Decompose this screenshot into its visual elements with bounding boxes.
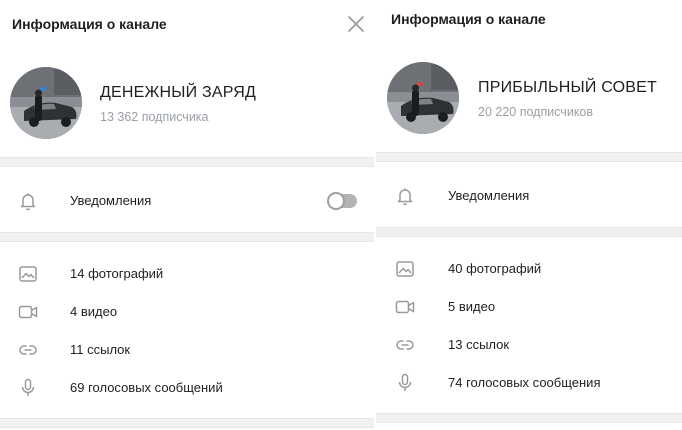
panel-title: Информация о канале	[12, 16, 167, 32]
links-count: 13 ссылок	[448, 337, 510, 352]
voice-count: 74 голосовых сообщения	[448, 375, 601, 390]
bell-icon	[393, 184, 417, 208]
videos-count: 4 видео	[70, 304, 118, 319]
section-divider	[0, 418, 374, 428]
notifications-toggle[interactable]	[327, 192, 357, 210]
video-camera-icon	[16, 300, 40, 324]
section-divider	[376, 413, 682, 423]
microphone-icon	[16, 376, 40, 400]
toggle-knob	[327, 192, 345, 210]
panel-title: Информация о канале	[391, 11, 546, 27]
video-camera-icon	[393, 295, 417, 319]
link-icon	[393, 333, 417, 357]
bell-icon	[16, 189, 40, 213]
media-voice-row[interactable]: 74 голосовых сообщения	[376, 366, 682, 400]
image-icon	[16, 262, 40, 286]
section-divider	[0, 232, 374, 242]
subscriber-count: 20 220 подписчиков	[478, 105, 594, 119]
media-photos-row[interactable]: 40 фотографий	[376, 252, 682, 286]
subscriber-count: 13 362 подписчика	[100, 110, 209, 124]
microphone-icon	[393, 371, 417, 395]
media-videos-row[interactable]: 4 видео	[0, 295, 374, 329]
media-videos-row[interactable]: 5 видео	[376, 290, 682, 324]
channel-name: ПРИБЫЛЬНЫЙ СОВЕТ	[478, 79, 657, 96]
notifications-label: Уведомления	[70, 193, 152, 208]
media-links-row[interactable]: 11 ссылок	[0, 333, 374, 367]
channel-info-panel-left: Информация о канале ДЕНЕЖНЫЙ ЗАРЯД 13 36…	[0, 0, 374, 430]
links-count: 11 ссылок	[70, 342, 131, 357]
channel-name: ДЕНЕЖНЫЙ ЗАРЯД	[100, 84, 257, 101]
media-voice-row[interactable]: 69 голосовых сообщений	[0, 371, 374, 405]
section-divider	[376, 152, 682, 162]
media-photos-row[interactable]: 14 фотографий	[0, 257, 374, 291]
channel-avatar[interactable]	[387, 62, 459, 134]
media-links-row[interactable]: 13 ссылок	[376, 328, 682, 362]
section-divider	[0, 157, 374, 167]
avatar-photo	[387, 62, 459, 134]
photos-count: 40 фотографий	[448, 261, 542, 276]
image-icon	[393, 257, 417, 281]
videos-count: 5 видео	[448, 299, 496, 314]
channel-avatar[interactable]	[10, 67, 82, 139]
link-icon	[16, 338, 40, 362]
avatar-photo	[10, 67, 82, 139]
section-divider	[376, 227, 682, 237]
notifications-row[interactable]: Уведомления	[0, 184, 374, 218]
photos-count: 14 фотографий	[70, 266, 164, 281]
channel-info-panel-right: Информация о канале ПРИБЫЛЬНЫЙ СОВЕТ 20 …	[376, 0, 682, 430]
close-icon	[348, 16, 364, 32]
notifications-label: Уведомления	[448, 188, 530, 203]
close-button[interactable]	[344, 12, 368, 36]
voice-count: 69 голосовых сообщений	[70, 380, 223, 395]
notifications-row[interactable]: Уведомления	[376, 179, 682, 213]
